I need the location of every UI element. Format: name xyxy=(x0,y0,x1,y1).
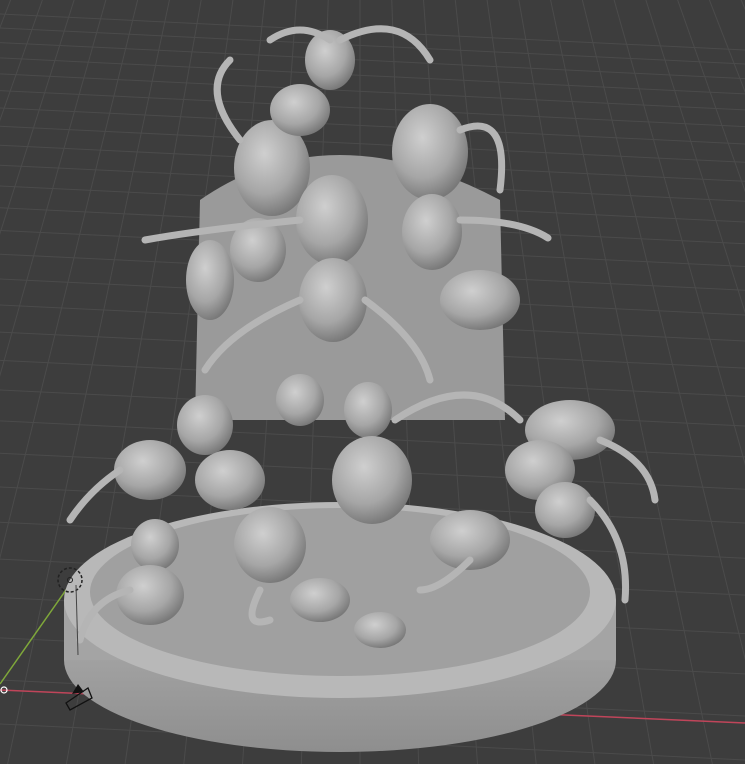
grid-line xyxy=(645,0,745,314)
grid-line xyxy=(708,0,745,94)
grid-line xyxy=(613,0,745,466)
grid-line xyxy=(0,125,745,163)
grid-line xyxy=(0,27,745,65)
grid-line xyxy=(0,0,43,122)
grid-line xyxy=(677,0,745,193)
grid-line xyxy=(0,107,745,145)
grid-line xyxy=(0,90,745,128)
3d-viewport[interactable] xyxy=(0,0,745,764)
grid-line xyxy=(0,0,12,29)
grid-line xyxy=(740,0,745,11)
viewport-canvas[interactable] xyxy=(0,0,745,764)
grid-line xyxy=(0,42,745,80)
grid-line xyxy=(0,57,745,95)
